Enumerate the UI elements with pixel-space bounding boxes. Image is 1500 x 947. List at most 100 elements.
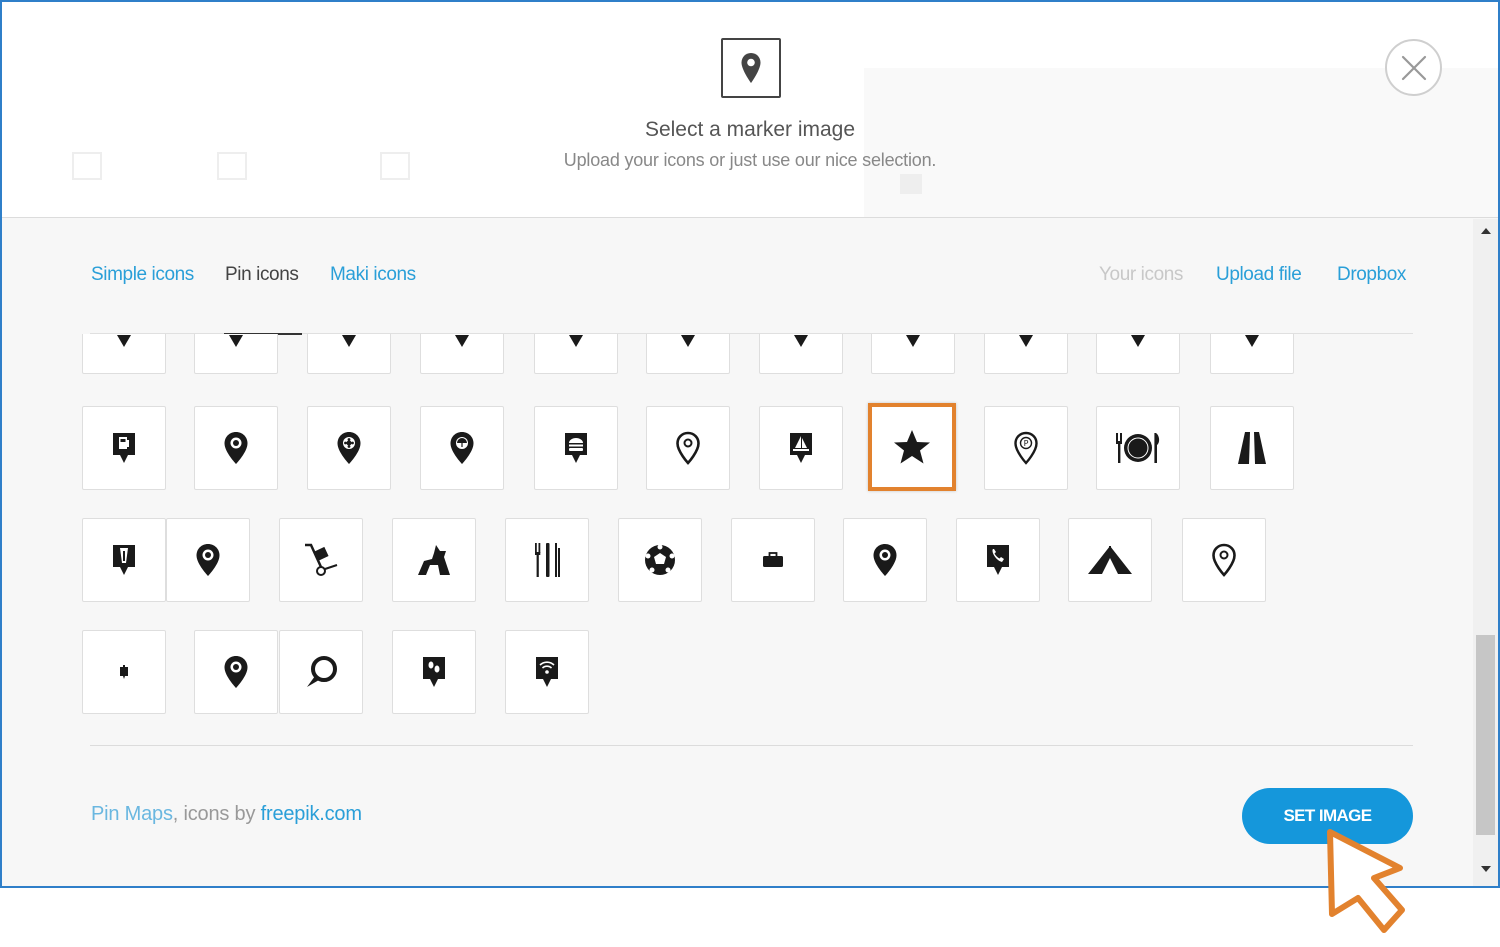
pin-partial-icon (223, 334, 249, 351)
freepik-link[interactable]: freepik.com (261, 803, 362, 825)
icon-tile[interactable] (868, 403, 956, 491)
icon-tile[interactable] (392, 518, 476, 602)
icon-tile[interactable] (279, 630, 363, 714)
pin-icon (223, 431, 249, 465)
icon-tile[interactable]: P (984, 406, 1068, 490)
icon-tile[interactable] (1210, 406, 1294, 490)
icon-tile[interactable] (534, 334, 618, 374)
tower-pin-icon (111, 543, 137, 577)
road-icon (1237, 431, 1267, 465)
umbrella-pin-icon (449, 431, 475, 465)
icon-tile[interactable] (646, 406, 730, 490)
icon-tile[interactable] (279, 518, 363, 602)
icon-tile[interactable] (759, 406, 843, 490)
tab-your-icons[interactable]: Your icons (1099, 264, 1183, 286)
dialog-title: Select a marker image (644, 118, 856, 141)
tab-pin-icons[interactable]: Pin icons (225, 264, 299, 286)
scroll-thumb[interactable] (1476, 635, 1495, 835)
pin-icon (223, 655, 249, 689)
icon-tile[interactable] (420, 406, 504, 490)
icon-tile[interactable] (984, 334, 1068, 374)
icon-tile[interactable] (618, 518, 702, 602)
pin-partial-icon (1239, 334, 1265, 351)
cutlery-icon (532, 542, 562, 578)
icon-tile[interactable] (82, 406, 166, 490)
phone-pin-icon (985, 543, 1011, 577)
sailboat-pin-icon (788, 431, 814, 465)
tab-upload-file[interactable]: Upload file (1216, 264, 1302, 286)
tab-simple-icons[interactable]: Simple icons (91, 264, 194, 286)
close-icon (1401, 55, 1426, 80)
pin-outline-icon (1211, 543, 1237, 577)
pin-partial-icon (1125, 334, 1151, 351)
pin-partial-icon (111, 334, 137, 351)
attribution: Pin Maps, icons by freepik.com (91, 803, 362, 826)
icon-tile[interactable] (505, 630, 589, 714)
dog-icon (416, 543, 452, 577)
pin-outline-icon (675, 431, 701, 465)
svg-text:P: P (1024, 439, 1029, 448)
icon-tile[interactable] (194, 334, 278, 374)
marker-image-dialog: Select a marker image Upload your icons … (0, 0, 1500, 888)
icon-tile[interactable] (1068, 518, 1152, 602)
icon-tile[interactable] (505, 518, 589, 602)
attribution-text: , icons by (172, 803, 261, 825)
chat-bubble-icon (303, 654, 339, 690)
icon-tile[interactable] (731, 518, 815, 602)
icon-tile[interactable] (871, 334, 955, 374)
pin-partial-icon (449, 334, 475, 351)
icon-tile[interactable] (1096, 334, 1180, 374)
icon-tile[interactable] (646, 334, 730, 374)
icon-tile[interactable] (420, 334, 504, 374)
map-pin-icon (721, 38, 781, 98)
pin-icon (195, 543, 221, 577)
icon-tile[interactable] (759, 334, 843, 374)
hand-truck-icon (301, 541, 341, 579)
scroll-down-arrow[interactable] (1473, 865, 1498, 879)
pin-partial-icon (900, 334, 926, 351)
icon-tile[interactable] (194, 630, 278, 714)
icon-tile[interactable] (843, 518, 927, 602)
pin-partial-icon (788, 334, 814, 351)
pin-partial-icon (336, 334, 362, 351)
icon-tile[interactable] (1210, 334, 1294, 374)
tent-icon (1086, 544, 1134, 576)
scrollbar[interactable] (1473, 219, 1498, 886)
close-button[interactable] (1385, 39, 1442, 96)
pin-icon (872, 543, 898, 577)
icon-tile[interactable] (1096, 406, 1180, 490)
soccer-ball-icon (643, 543, 677, 577)
dialog-subtitle: Upload your icons or just use our nice s… (563, 150, 937, 170)
tab-dropbox[interactable]: Dropbox (1337, 264, 1406, 286)
footer-divider (90, 745, 1413, 746)
dialog-header: Select a marker image Upload your icons … (2, 2, 1498, 218)
briefcase-icon (762, 552, 784, 568)
burger-pin-icon (563, 431, 589, 465)
icon-tile[interactable] (82, 518, 166, 602)
icon-tile[interactable] (1182, 518, 1266, 602)
icon-tile[interactable] (392, 630, 476, 714)
icon-tile[interactable] (534, 406, 618, 490)
icon-tile[interactable] (956, 518, 1040, 602)
wifi-pin-icon (534, 655, 560, 689)
pin-partial-icon (1013, 334, 1039, 351)
star-icon (893, 429, 931, 465)
icon-grid: P (2, 334, 1472, 734)
mouse-cursor-icon (1327, 829, 1405, 933)
foot-pin-icon (421, 655, 447, 689)
flower-pin-icon (336, 431, 362, 465)
icon-tile[interactable] (166, 518, 250, 602)
dialog-body: Simple icons Pin icons Maki icons Your i… (2, 219, 1472, 886)
pin-maps-link[interactable]: Pin Maps (91, 803, 173, 825)
scroll-up-arrow[interactable] (1473, 227, 1498, 241)
pin-partial-icon (675, 334, 701, 351)
pin-partial-icon (563, 334, 589, 351)
icon-tile[interactable] (307, 406, 391, 490)
icon-tile[interactable] (194, 406, 278, 490)
icon-tile[interactable] (307, 334, 391, 374)
parking-pin-icon: P (1013, 431, 1039, 465)
tab-maki-icons[interactable]: Maki icons (330, 264, 416, 286)
icon-tile[interactable] (82, 334, 166, 374)
icon-tile[interactable] (82, 630, 166, 714)
small-pin-icon (118, 664, 130, 680)
